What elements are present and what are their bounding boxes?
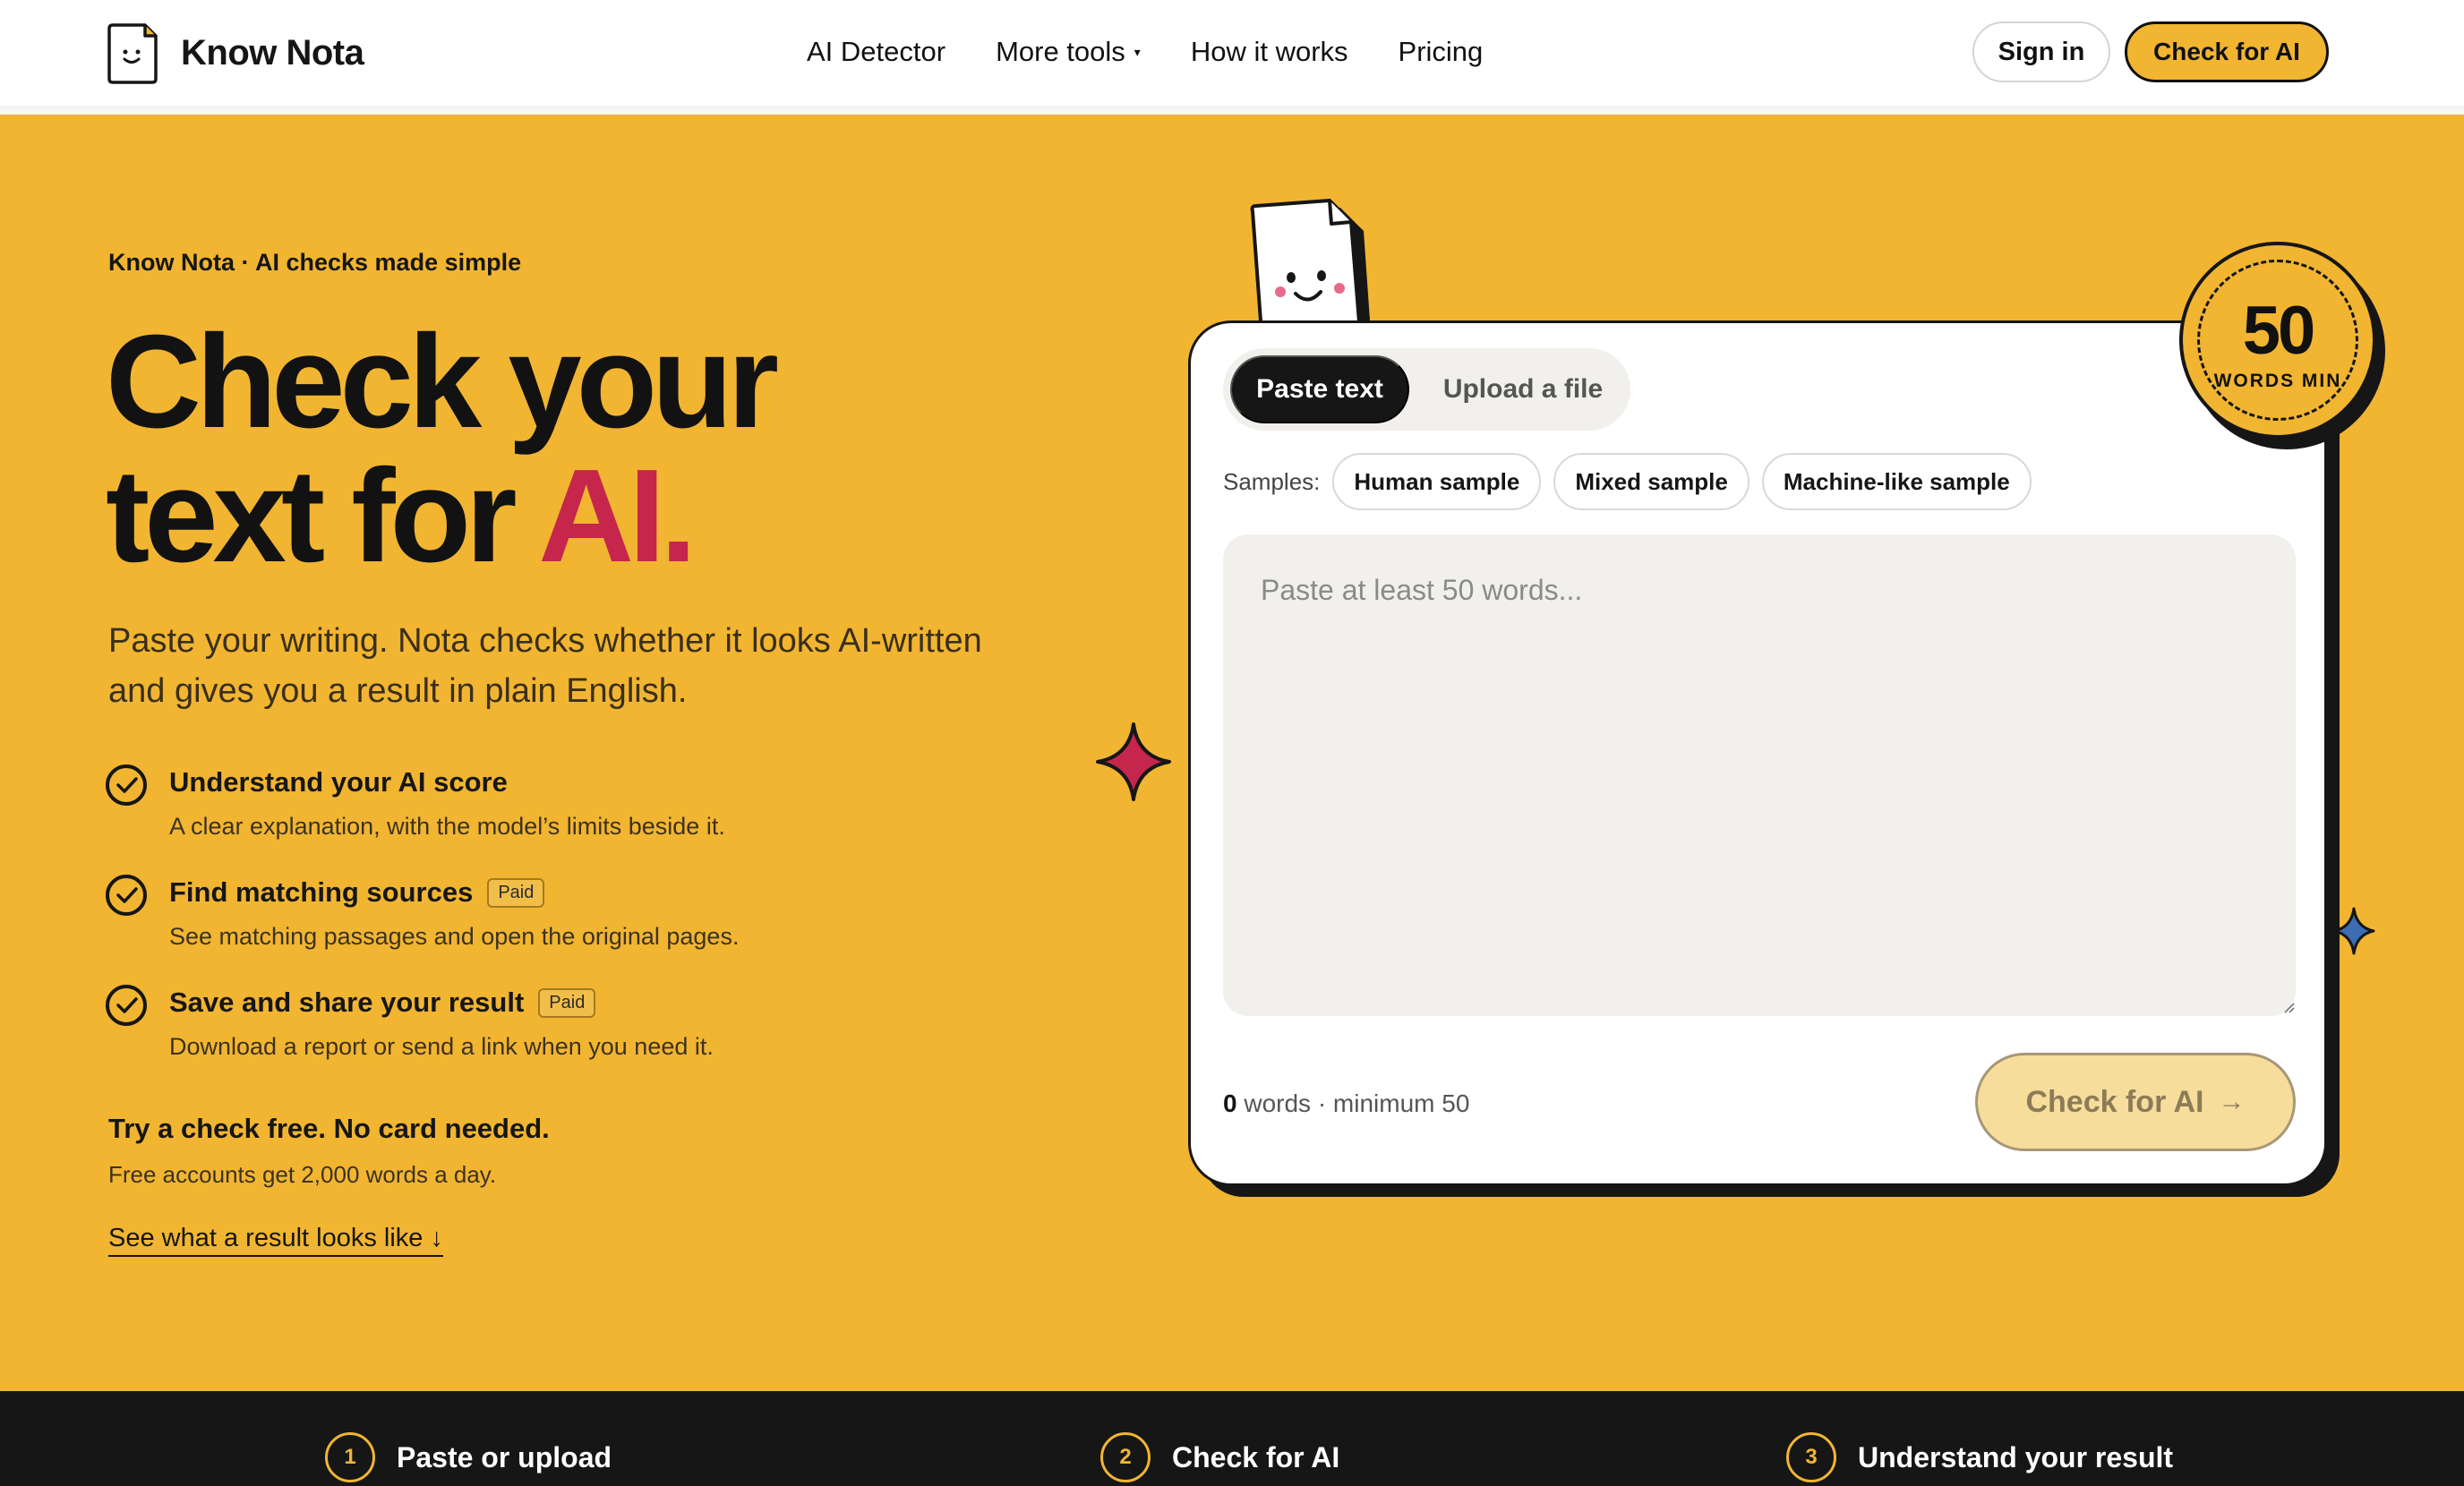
input-mode-tabs: Paste text Upload a file [1223, 348, 1630, 431]
brand-logo[interactable]: Know Nota [106, 21, 364, 84]
header-divider [0, 106, 2464, 115]
text-input[interactable] [1223, 534, 2296, 1016]
step-label: Check for AI [1172, 1440, 1340, 1473]
ai-checker-card: Paste text Upload a file Samples: Human … [1188, 320, 2327, 1186]
submit-label: Check for AI [2025, 1084, 2204, 1119]
red-sparkle-icon [1094, 721, 1173, 807]
hero-subhead: Paste your writing. Nota checks whether … [108, 622, 982, 710]
tab-paste-text[interactable]: Paste text [1230, 355, 1409, 423]
fifty-words-min-badge: 50 WORDS MIN [2179, 242, 2385, 449]
step-label: Understand your result [1858, 1440, 2174, 1473]
check-circle-icon [106, 875, 147, 916]
nav-more-tools[interactable]: More tools ▾ [996, 36, 1141, 68]
tab-upload-file[interactable]: Upload a file [1429, 355, 1617, 423]
nav-ai-detector[interactable]: AI Detector [807, 36, 945, 68]
machine-like-sample-chip[interactable]: Machine-like sample [1761, 453, 2032, 510]
free-trial-title: Try a check free. No card needed. [108, 1113, 550, 1144]
word-count-suffix: words · minimum 50 [1244, 1089, 1470, 1117]
step-number: 2 [1100, 1432, 1151, 1482]
word-count-value: 0 [1223, 1089, 1237, 1117]
step-item: 1 Paste or upload [325, 1432, 612, 1482]
feature-title-text: Understand your AI score [169, 766, 508, 798]
word-counter: 0 words · minimum 50 [1223, 1089, 1469, 1118]
feature-item: Find matching sources Paid See matching … [106, 873, 965, 983]
check-circle-icon [106, 985, 147, 1026]
hero-eyebrow: Know Nota · AI checks made simple [108, 249, 522, 276]
how-it-works-steps: 1 Paste or upload 2 Check for AI 3 Under… [0, 1391, 2464, 1486]
badge-caption: WORDS MIN [2213, 371, 2342, 391]
nav-how-it-works[interactable]: How it works [1191, 36, 1348, 68]
headline-line-2: text for [106, 442, 539, 590]
headline-accent: AI. [538, 442, 697, 590]
step-number: 1 [325, 1432, 375, 1482]
badge-number: 50 [2242, 293, 2316, 369]
nav-pricing[interactable]: Pricing [1399, 36, 1484, 68]
nav-more-tools-label: More tools [996, 36, 1125, 67]
mixed-sample-chip[interactable]: Mixed sample [1553, 453, 1750, 510]
blue-sparkle-icon [2331, 906, 2376, 961]
step-number: 3 [1786, 1432, 1836, 1482]
feature-title-text: Save and share your result [169, 986, 525, 1018]
step-label: Paste or upload [397, 1440, 612, 1473]
feature-title: Understand your AI score [169, 766, 508, 799]
main-nav: AI Detector More tools ▾ How it works Pr… [807, 0, 1533, 104]
human-sample-chip[interactable]: Human sample [1332, 453, 1542, 510]
feature-description: A clear explanation, with the model’s li… [169, 813, 725, 840]
feature-title: Save and share your result Paid [169, 986, 596, 1019]
note-mascot-icon [106, 21, 159, 84]
check-circle-icon [106, 764, 147, 806]
see-result-link[interactable]: See what a result looks like ↓ [108, 1224, 443, 1257]
sample-chips: Samples: Human sample Mixed sample Machi… [1223, 453, 2044, 510]
check-for-ai-submit-button[interactable]: Check for AI → [1975, 1053, 2296, 1151]
resize-grip-icon[interactable] [2282, 1001, 2295, 1018]
feature-item: Save and share your result Paid Download… [106, 983, 965, 1093]
note-mascot-illustration [1240, 199, 1378, 335]
brand-name: Know Nota [181, 32, 364, 73]
samples-label: Samples: [1223, 467, 1321, 495]
free-trial-description: Free accounts get 2,000 words a day. [108, 1161, 497, 1188]
feature-title: Find matching sources Paid [169, 876, 545, 909]
feature-title-text: Find matching sources [169, 876, 474, 908]
paid-badge: Paid [538, 987, 596, 1018]
header-check-for-ai-button[interactable]: Check for AI [2125, 21, 2329, 82]
step-item: 2 Check for AI [1100, 1432, 1339, 1482]
site-header: Know Nota AI Detector More tools ▾ How i… [0, 0, 2464, 115]
feature-list: Understand your AI score A clear explana… [106, 763, 965, 1093]
feature-item: Understand your AI score A clear explana… [106, 763, 965, 873]
sign-in-button[interactable]: Sign in [1972, 21, 2110, 82]
feature-description: Download a report or send a link when yo… [169, 1033, 714, 1060]
badge-face: 50 WORDS MIN [2179, 242, 2376, 439]
step-item: 3 Understand your result [1786, 1432, 2173, 1482]
arrow-right-icon: → [2218, 1087, 2246, 1116]
hero-headline: Check your text for AI. [106, 315, 779, 584]
feature-description: See matching passages and open the origi… [169, 923, 740, 950]
headline-line-1: Check your [106, 308, 779, 456]
caret-down-icon: ▾ [1134, 44, 1141, 59]
paid-badge: Paid [487, 877, 545, 908]
